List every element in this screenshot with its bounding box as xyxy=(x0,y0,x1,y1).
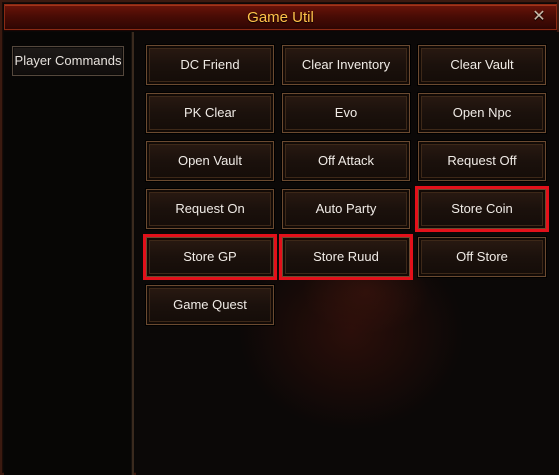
close-icon[interactable]: ✕ xyxy=(530,9,548,25)
sidebar-item-player-commands[interactable]: Player Commands xyxy=(12,46,124,76)
open-vault-button[interactable]: Open Vault xyxy=(146,141,274,181)
title-bar[interactable]: Game Util ✕ xyxy=(4,4,557,30)
clear-inventory-button[interactable]: Clear Inventory xyxy=(282,45,410,85)
open-npc-button[interactable]: Open Npc xyxy=(418,93,546,133)
evo-button[interactable]: Evo xyxy=(282,93,410,133)
request-on-button[interactable]: Request On xyxy=(146,189,274,229)
clear-vault-button[interactable]: Clear Vault xyxy=(418,45,546,85)
store-ruud-button[interactable]: Store Ruud xyxy=(279,234,413,280)
window-title: Game Util xyxy=(247,9,314,26)
sidebar: Player Commands xyxy=(4,32,134,475)
request-off-button[interactable]: Request Off xyxy=(418,141,546,181)
auto-party-button[interactable]: Auto Party xyxy=(282,189,410,229)
pk-clear-button[interactable]: PK Clear xyxy=(146,93,274,133)
game-util-window: Game Util ✕ Player Commands DC Friend Cl… xyxy=(0,0,559,475)
dc-friend-button[interactable]: DC Friend xyxy=(146,45,274,85)
command-panel: DC Friend Clear Inventory Clear Vault PK… xyxy=(136,32,559,475)
store-coin-button[interactable]: Store Coin xyxy=(415,186,549,232)
game-quest-button[interactable]: Game Quest xyxy=(146,285,274,325)
off-attack-button[interactable]: Off Attack xyxy=(282,141,410,181)
store-gp-button[interactable]: Store GP xyxy=(143,234,277,280)
off-store-button[interactable]: Off Store xyxy=(418,237,546,277)
